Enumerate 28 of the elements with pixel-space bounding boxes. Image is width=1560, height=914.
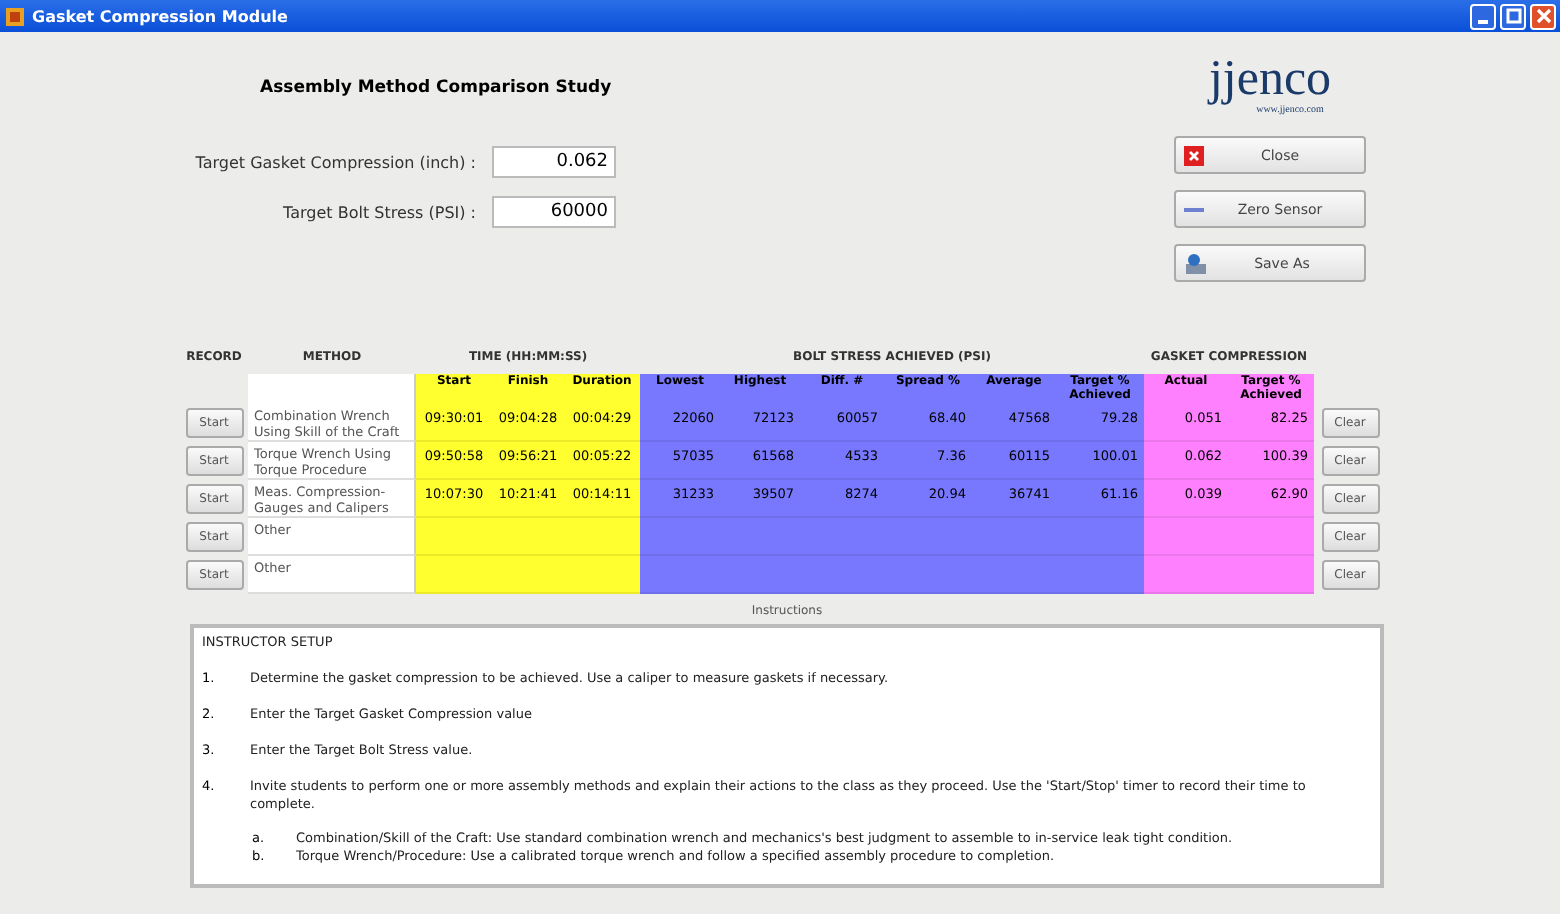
table-cell bbox=[640, 556, 720, 594]
save-icon bbox=[1184, 251, 1208, 275]
window-title: Gasket Compression Module bbox=[32, 7, 290, 25]
table-cell bbox=[1228, 556, 1314, 594]
field-label: Target Bolt Stress (PSI) : bbox=[281, 203, 476, 221]
table-cell bbox=[564, 556, 640, 594]
close-icon bbox=[1535, 8, 1551, 24]
input-field[interactable]: 0.062 bbox=[492, 146, 616, 178]
table-cell bbox=[1144, 518, 1228, 556]
maximize-button[interactable] bbox=[1500, 3, 1526, 29]
minimize-button[interactable] bbox=[1470, 3, 1496, 29]
input-field[interactable]: 60000 bbox=[492, 196, 616, 228]
logo-wordmark: jjenco bbox=[1208, 60, 1332, 100]
study-heading: Assembly Method Comparison Study bbox=[258, 78, 614, 98]
dash-icon bbox=[1184, 205, 1204, 213]
table-cell bbox=[1056, 518, 1144, 556]
table-cell bbox=[1056, 556, 1144, 594]
field-label: Target Gasket Compression (inch) : bbox=[193, 153, 476, 171]
table-cell bbox=[564, 518, 640, 556]
table-cell bbox=[640, 518, 720, 556]
app-icon bbox=[6, 7, 24, 25]
table-cell bbox=[1144, 556, 1228, 594]
close-button[interactable] bbox=[1530, 3, 1556, 29]
close-icon bbox=[1184, 145, 1204, 165]
maximize-icon bbox=[1505, 8, 1521, 24]
table-cell bbox=[416, 556, 492, 594]
table-cell bbox=[416, 518, 492, 556]
table-cell bbox=[1228, 518, 1314, 556]
